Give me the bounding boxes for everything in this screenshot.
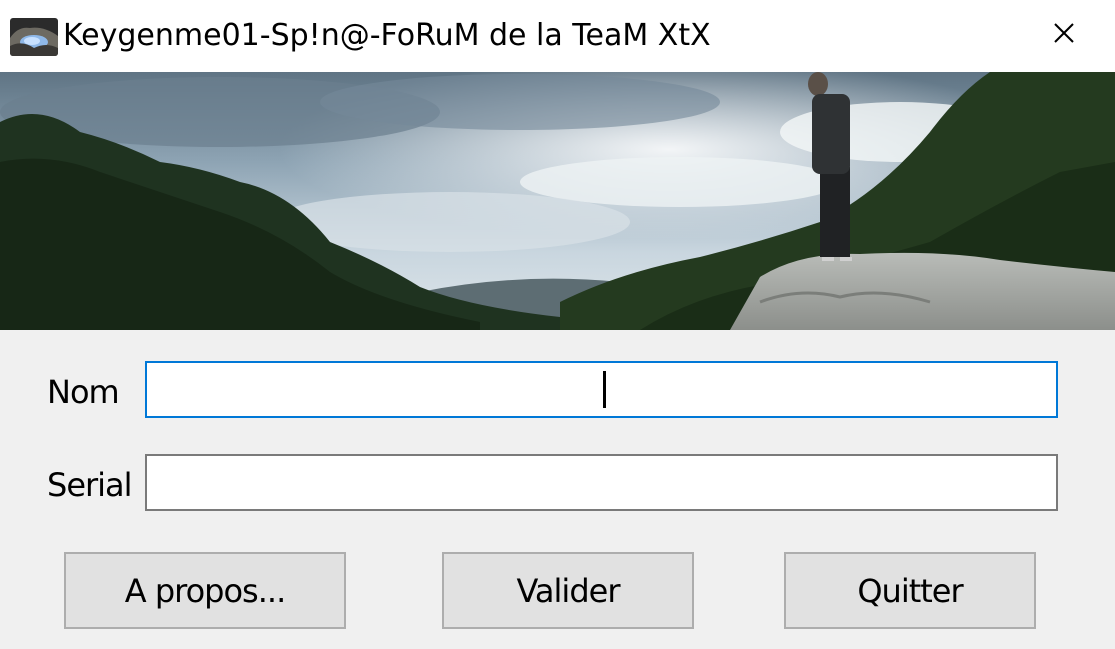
close-button[interactable] xyxy=(1013,0,1115,66)
serial-label: Serial xyxy=(47,466,133,504)
quit-button[interactable]: Quitter xyxy=(784,552,1036,629)
app-icon[interactable] xyxy=(10,18,58,56)
window-title: Keygenme01-Sp!n@-FoRuM de la TeaM XtX xyxy=(63,18,711,53)
nom-label: Nom xyxy=(47,373,120,411)
keygenme-window: Keygenme01-Sp!n@-FoRuM de la TeaM XtX No… xyxy=(0,0,1115,649)
nom-input[interactable] xyxy=(145,361,1058,418)
about-button[interactable]: A propos... xyxy=(64,552,346,629)
text-caret xyxy=(603,371,606,408)
validate-button[interactable]: Valider xyxy=(442,552,694,629)
banner-image xyxy=(0,72,1115,330)
serial-input[interactable] xyxy=(145,454,1058,511)
title-bar[interactable]: Keygenme01-Sp!n@-FoRuM de la TeaM XtX xyxy=(0,0,1115,72)
close-icon xyxy=(1054,23,1074,43)
